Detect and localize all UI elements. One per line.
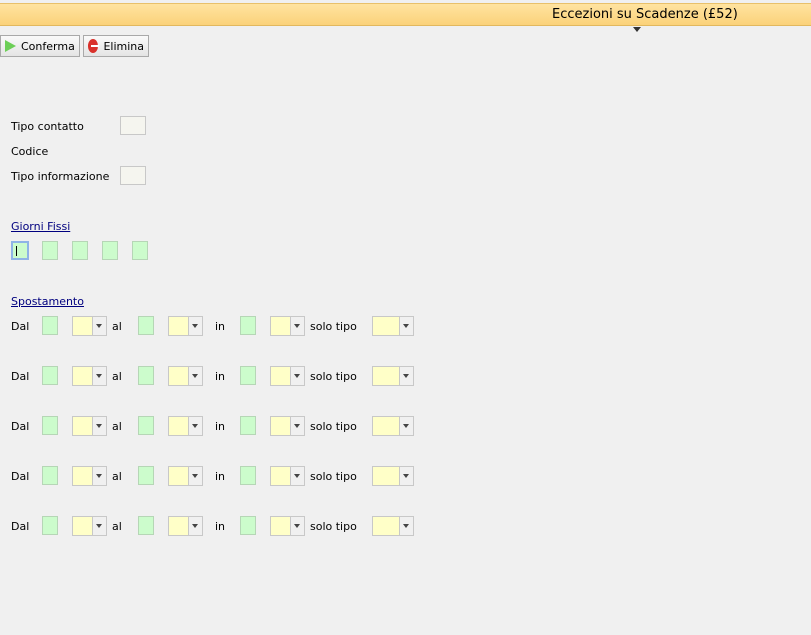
confirm-label: Conferma [21,39,75,53]
giorni-fissi-field-3[interactable] [72,241,88,260]
dal-label: Dal [11,370,30,383]
solo-tipo-select[interactable] [372,416,414,436]
chevron-down-icon[interactable] [92,517,106,535]
solo-tipo-label: solo tipo [310,470,357,483]
in-month-select[interactable] [270,316,305,336]
in-label: in [215,420,226,433]
delete-label: Elimina [103,39,144,53]
chevron-down-icon[interactable] [92,467,106,485]
solo-tipo-label: solo tipo [310,370,357,383]
giorni-fissi-field-1[interactable] [11,241,29,260]
chevron-down-icon[interactable] [399,317,413,335]
chevron-down-icon[interactable] [290,367,304,385]
solo-tipo-select[interactable] [372,366,414,386]
play-icon [5,40,16,52]
in-label: in [215,470,226,483]
delete-icon [88,39,100,53]
al-month-select[interactable] [168,516,203,536]
chevron-down-icon[interactable] [290,417,304,435]
dal-month-select[interactable] [72,416,107,436]
window-title: Eccezioni su Scadenze (£52) [552,7,738,22]
giorni-fissi-field-2[interactable] [42,241,58,260]
chevron-down-icon[interactable] [92,417,106,435]
solo-tipo-label: solo tipo [310,520,357,533]
in-label: in [215,520,226,533]
al-label: al [112,320,122,333]
chevron-down-icon[interactable] [290,317,304,335]
giorni-fissi-field-4[interactable] [102,241,118,260]
dal-month-select[interactable] [72,516,107,536]
chevron-down-icon[interactable] [399,367,413,385]
in-day-field[interactable] [240,416,256,435]
tipo-informazione-label: Tipo informazione [11,170,110,183]
chevron-down-icon[interactable] [92,367,106,385]
chevron-down-icon[interactable] [399,517,413,535]
al-label: al [112,370,122,383]
in-month-select[interactable] [270,466,305,486]
in-month-select[interactable] [270,416,305,436]
al-month-select[interactable] [168,316,203,336]
in-label: in [215,320,226,333]
dal-label: Dal [11,420,30,433]
solo-tipo-label: solo tipo [310,420,357,433]
giorni-fissi-field-5[interactable] [132,241,148,260]
dal-day-field[interactable] [42,366,58,385]
al-day-field[interactable] [138,466,154,485]
in-day-field[interactable] [240,366,256,385]
chevron-down-icon[interactable] [188,367,202,385]
title-bar: Eccezioni su Scadenze (£52) [0,3,811,32]
delete-button[interactable]: Elimina [83,35,149,57]
dal-month-select[interactable] [72,466,107,486]
in-month-select[interactable] [270,366,305,386]
chevron-down-icon[interactable] [290,517,304,535]
confirm-button[interactable]: Conferma [0,35,80,57]
giorni-fissi-heading: Giorni Fissi [11,220,71,233]
dal-day-field[interactable] [42,316,58,335]
al-day-field[interactable] [138,366,154,385]
dal-day-field[interactable] [42,466,58,485]
dal-month-select[interactable] [72,366,107,386]
dal-label: Dal [11,520,30,533]
tipo-contatto-label: Tipo contatto [11,120,84,133]
chevron-down-icon[interactable] [399,467,413,485]
dal-label: Dal [11,320,30,333]
al-month-select[interactable] [168,416,203,436]
tipo-informazione-field[interactable] [120,166,146,185]
al-day-field[interactable] [138,516,154,535]
dal-day-field[interactable] [42,416,58,435]
tipo-contatto-field[interactable] [120,116,146,135]
dal-label: Dal [11,470,30,483]
dal-day-field[interactable] [42,516,58,535]
al-label: al [112,470,122,483]
chevron-down-icon[interactable] [92,317,106,335]
solo-tipo-select[interactable] [372,516,414,536]
in-month-select[interactable] [270,516,305,536]
chevron-down-icon[interactable] [188,467,202,485]
chevron-down-icon[interactable] [188,417,202,435]
chevron-down-icon[interactable] [188,317,202,335]
solo-tipo-label: solo tipo [310,320,357,333]
al-month-select[interactable] [168,366,203,386]
chevron-down-icon[interactable] [633,27,641,32]
codice-label: Codice [11,145,49,158]
chevron-down-icon[interactable] [290,467,304,485]
in-day-field[interactable] [240,316,256,335]
chevron-down-icon[interactable] [399,417,413,435]
al-label: al [112,420,122,433]
spostamento-heading: Spostamento [11,295,84,308]
al-month-select[interactable] [168,466,203,486]
chevron-down-icon[interactable] [188,517,202,535]
solo-tipo-select[interactable] [372,466,414,486]
in-day-field[interactable] [240,466,256,485]
al-label: al [112,520,122,533]
dal-month-select[interactable] [72,316,107,336]
solo-tipo-select[interactable] [372,316,414,336]
al-day-field[interactable] [138,316,154,335]
in-label: in [215,370,226,383]
in-day-field[interactable] [240,516,256,535]
al-day-field[interactable] [138,416,154,435]
